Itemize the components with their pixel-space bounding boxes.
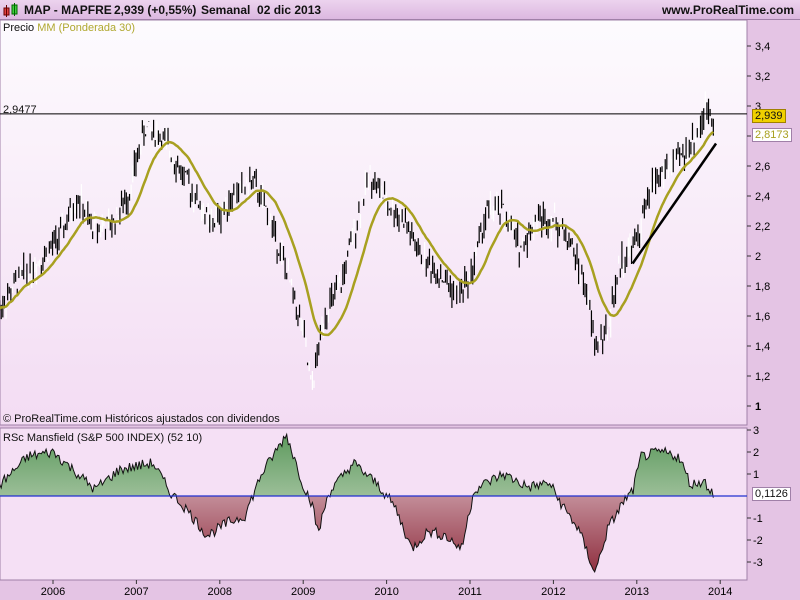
price-tick-label: 1,8 xyxy=(755,281,770,293)
x-tick-label: 2011 xyxy=(458,586,482,598)
price-tick-label: 3,2 xyxy=(755,71,770,83)
rsc-tick-label: -3 xyxy=(753,557,763,569)
x-tick-label: 2006 xyxy=(41,586,65,598)
hline-label: 2,9477 xyxy=(3,104,37,116)
rsc-panel[interactable] xyxy=(0,427,748,581)
price-tick-label: 1 xyxy=(755,401,761,413)
chart-canvas[interactable]: 3,43,232,82,62,42,221,81,61,41,21321-1-2… xyxy=(0,0,800,600)
last-price-badge: 2,939 xyxy=(752,109,786,123)
x-tick-label: 2009 xyxy=(291,586,315,598)
ma-label: MM (Ponderada 30) xyxy=(37,22,136,34)
last-ma-badge: 2,8173 xyxy=(752,128,792,142)
x-tick-label: 2014 xyxy=(708,586,732,598)
price-legend: Precio MM (Ponderada 30) xyxy=(3,22,135,34)
price-tick-label: 2,4 xyxy=(755,191,770,203)
x-tick-label: 2007 xyxy=(124,586,148,598)
rsc-tick-label: 1 xyxy=(753,469,759,481)
price-tick-label: 2,6 xyxy=(755,161,770,173)
price-label: Precio xyxy=(3,22,35,34)
price-tick-label: 1,4 xyxy=(755,341,770,353)
rsc-tick-label: -1 xyxy=(753,513,763,525)
x-tick-label: 2013 xyxy=(625,586,649,598)
copyright-footer: © ProRealTime.com Históricos ajustados c… xyxy=(3,413,280,425)
price-tick-label: 2 xyxy=(755,251,761,263)
x-tick-label: 2010 xyxy=(374,586,398,598)
rsc-legend: RSc Mansfield (S&P 500 INDEX) (52 10) xyxy=(3,432,203,444)
price-tick-label: 1,6 xyxy=(755,311,770,323)
rsc-tick-label: 2 xyxy=(753,447,759,459)
rsc-value-badge: 0,1126 xyxy=(752,487,791,501)
price-tick-label: 1,2 xyxy=(755,371,770,383)
rsc-tick-label: -2 xyxy=(753,535,763,547)
price-tick-label: 3,4 xyxy=(755,41,770,53)
x-tick-label: 2012 xyxy=(541,586,565,598)
rsc-tick-label: 3 xyxy=(753,425,759,437)
price-tick-label: 2,2 xyxy=(755,221,770,233)
x-tick-label: 2008 xyxy=(208,586,232,598)
